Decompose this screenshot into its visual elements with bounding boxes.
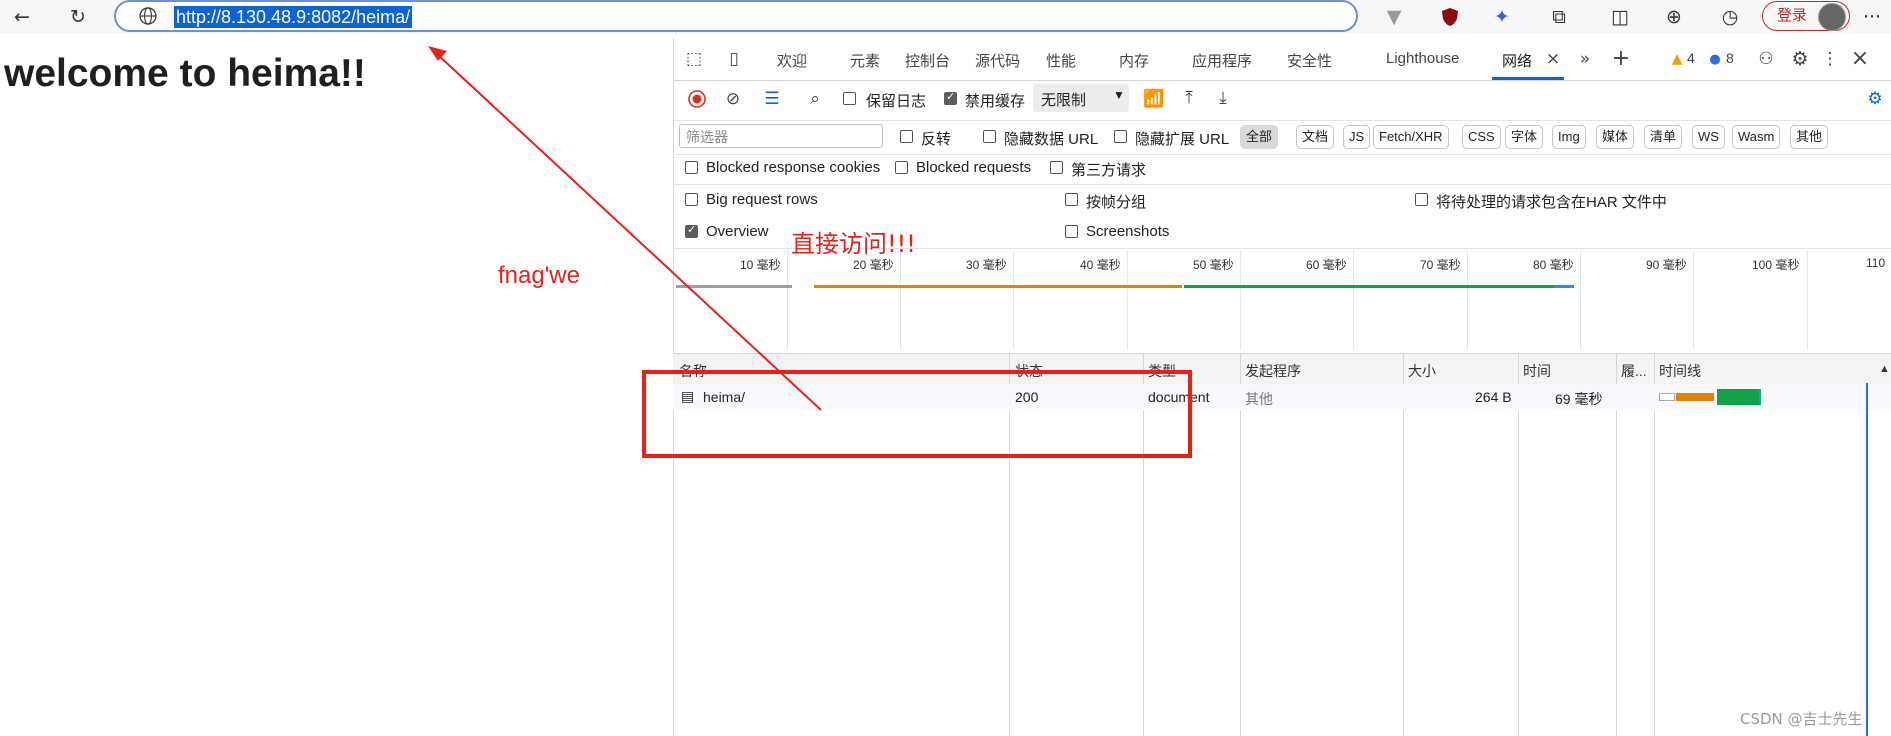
annotation-highlight-box xyxy=(642,370,1192,458)
annotation-scribble: fnag'we xyxy=(498,262,580,289)
annotation-layer xyxy=(428,46,822,411)
watermark: CSDN @吉士先生 xyxy=(1740,710,1863,728)
annotation-direct-access: 直接访问!!! xyxy=(791,230,916,258)
annotation-arrow-line xyxy=(436,53,822,411)
annotation-arrowhead xyxy=(428,46,447,61)
